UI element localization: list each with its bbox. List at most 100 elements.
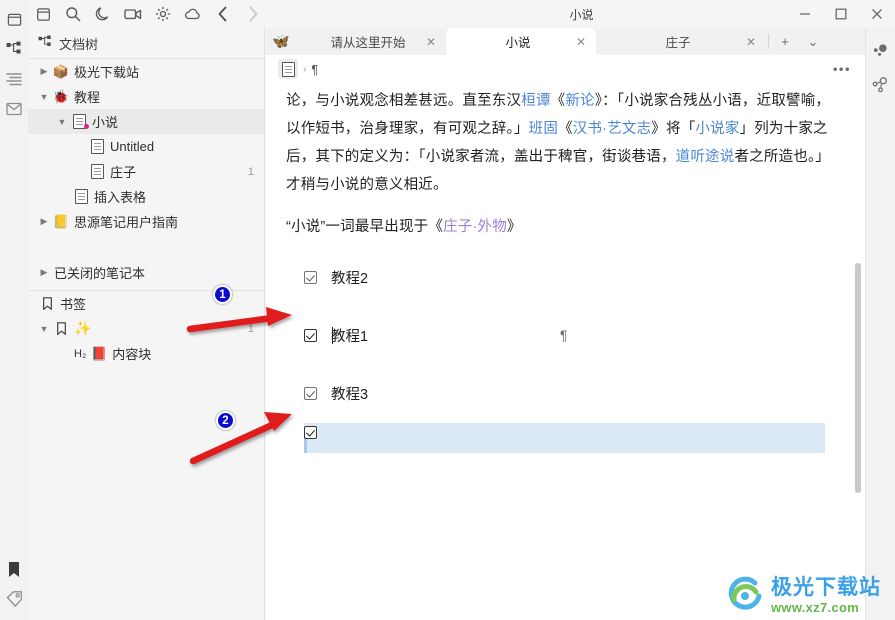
card-icon: 📕 (91, 345, 108, 361)
breadcrumb-separator: › (303, 63, 307, 75)
checkbox-icon[interactable] (304, 328, 317, 342)
tree-item-jiaocheng[interactable]: ▼ 🐞 教程 (28, 84, 264, 109)
tree-item-label: 庄子 (110, 165, 137, 180)
cloud-icon[interactable] (178, 0, 208, 28)
selection-highlight (304, 423, 825, 453)
tab-zhuangzi[interactable]: 庄子 ✕ (596, 28, 766, 55)
minimize-button[interactable] (787, 0, 823, 28)
chevron-right-icon[interactable]: ▶ (36, 267, 52, 278)
chevron-right-icon[interactable]: ▶ (36, 66, 52, 77)
tree-item-label: 插入表格 (94, 190, 147, 205)
tree-item-label: 教程 (74, 90, 101, 105)
document-icon[interactable] (278, 59, 298, 79)
chevron-down-icon[interactable]: ▼ (54, 117, 70, 127)
tree-item-zhuangzi[interactable]: 庄子 1 (28, 159, 264, 184)
gear-icon[interactable] (148, 0, 178, 28)
task-item-2[interactable]: 教程1 ¶ (304, 319, 835, 351)
close-button[interactable] (859, 0, 895, 28)
watermark-url: www.xz7.com (771, 599, 860, 615)
bookmark-group-star[interactable]: ▼ ✨ 1 (28, 316, 264, 341)
tree-item-label: 思源笔记用户指南 (74, 215, 179, 230)
workspace-icon[interactable] (28, 0, 58, 28)
bookmark-item-label: 内容块 (112, 347, 152, 362)
chevron-down-icon[interactable]: ▼ (36, 324, 52, 334)
page-dot-icon (70, 114, 89, 129)
inline-link[interactable]: 庄子·外物 (443, 219, 507, 235)
window-controls (787, 0, 895, 28)
tab-close-icon[interactable]: ✕ (426, 36, 436, 48)
paragraph-2[interactable]: “小说”一词最早出现于《庄子·外物》 (286, 213, 835, 241)
document-body[interactable]: 论，与小说观念相差甚远。直至东汉桓谭《新论》：「小说家合残丛小语，近取譬喻，以作… (266, 83, 865, 620)
chevron-down-icon[interactable]: ▼ (36, 92, 52, 102)
tab-start-here[interactable]: 请从这里开始 ✕ (296, 28, 446, 55)
tree-item-jiguang[interactable]: ▶ 📦 极光下载站 (28, 59, 264, 84)
tree-item-siyuan-guide[interactable]: ▶ 📒 思源笔记用户指南 (28, 209, 264, 234)
app-window: 小说 文档树 ▶ 📦 极光下载站 ▼ 🐞 教程 ▼ 小说 Untitled 庄子… (0, 0, 895, 620)
paragraph-icon[interactable]: ¶ (311, 62, 318, 77)
tab-list-button[interactable]: ⌄ (799, 28, 827, 55)
inline-link[interactable]: 道听途说 (676, 149, 735, 165)
annotation-badge-2: 2 (216, 411, 235, 430)
tab-label: 庄子 (665, 36, 691, 50)
task-item-3[interactable]: 教程3 (304, 377, 835, 409)
checkbox-icon[interactable] (304, 270, 317, 284)
graph-icon[interactable] (866, 68, 895, 102)
top-toolbar (28, 0, 268, 28)
chevron-right-icon[interactable]: ▶ (36, 216, 52, 227)
checkbox-icon[interactable] (304, 425, 317, 439)
tree-item-label: 极光下载站 (74, 65, 140, 80)
tree-item-count: 1 (247, 165, 254, 178)
book-icon: 📒 (52, 213, 70, 229)
tag-icon[interactable] (0, 584, 28, 614)
moon-icon[interactable] (88, 0, 118, 28)
inline-link[interactable]: 班固 (529, 121, 558, 137)
closed-notebooks-item[interactable]: ▶ 已关闭的笔记本 (28, 260, 264, 285)
text-run: 》将「 (651, 121, 696, 137)
checkbox-icon[interactable] (304, 386, 317, 400)
doctree-icon (38, 35, 52, 52)
bookmark-group-count: 1 (247, 322, 254, 335)
text-run: 》 (506, 219, 522, 235)
new-tab-button[interactable]: + (771, 28, 799, 55)
siyuan-logo-icon: 🦋 (272, 33, 290, 49)
page-icon (88, 139, 106, 154)
tab-xiaoshuo[interactable]: 小说 ✕ (446, 28, 596, 55)
task-label: 教程3 (331, 386, 369, 403)
video-icon[interactable] (118, 0, 148, 28)
back-icon[interactable] (208, 0, 238, 28)
paragraph-marker-icon[interactable]: ¶ (560, 327, 568, 343)
bookmark-group-label: ✨ (74, 320, 92, 336)
forward-icon[interactable] (238, 0, 268, 28)
badge-number: 1 (219, 288, 226, 301)
tab-bar: 🦋 请从这里开始 ✕ 小说 ✕ 庄子 ✕ + ⌄ (266, 28, 865, 55)
tree-item-untitled[interactable]: Untitled (28, 134, 264, 159)
task-item-1[interactable]: 教程2 (304, 261, 835, 293)
h2-label: H₂ (74, 347, 87, 360)
inline-link[interactable]: 汉书·艺文志 (573, 121, 652, 137)
inbox-icon[interactable] (0, 94, 28, 124)
outline-icon[interactable] (0, 64, 28, 94)
editor-scrollbar[interactable] (855, 263, 861, 493)
sidebar-header: 文档树 (28, 28, 264, 58)
more-options-icon[interactable]: ••• (833, 62, 851, 77)
tab-close-icon[interactable]: ✕ (746, 36, 756, 48)
task-item-4-selected[interactable] (304, 415, 835, 453)
text-run: 《 (550, 93, 566, 109)
bookmark-icon[interactable] (0, 554, 28, 584)
paragraph-1[interactable]: 论，与小说观念相差甚远。直至东汉桓谭《新论》：「小说家合残丛小语，近取譬喻，以作… (286, 87, 835, 199)
tree-item-xiaoshuo[interactable]: ▼ 小说 (28, 109, 264, 134)
inline-link[interactable]: 小说家 (695, 121, 739, 137)
calendar-icon[interactable] (0, 4, 28, 34)
backlinks-icon[interactable] (866, 34, 895, 68)
tab-label: 请从这里开始 (330, 36, 406, 50)
closed-notebooks-label: 已关闭的笔记本 (54, 266, 146, 281)
doctree-icon[interactable] (0, 34, 28, 64)
inline-link[interactable]: 桓谭 (521, 93, 550, 109)
tree-item-insert-table[interactable]: 插入表格 (28, 184, 264, 209)
tree-item-label: Untitled (110, 139, 155, 154)
tab-close-icon[interactable]: ✕ (576, 36, 586, 48)
maximize-button[interactable] (823, 0, 859, 28)
inline-link[interactable]: 新论 (565, 93, 594, 109)
bookmark-item-content-block[interactable]: H₂ 📕 内容块 (28, 341, 264, 366)
search-icon[interactable] (58, 0, 88, 28)
